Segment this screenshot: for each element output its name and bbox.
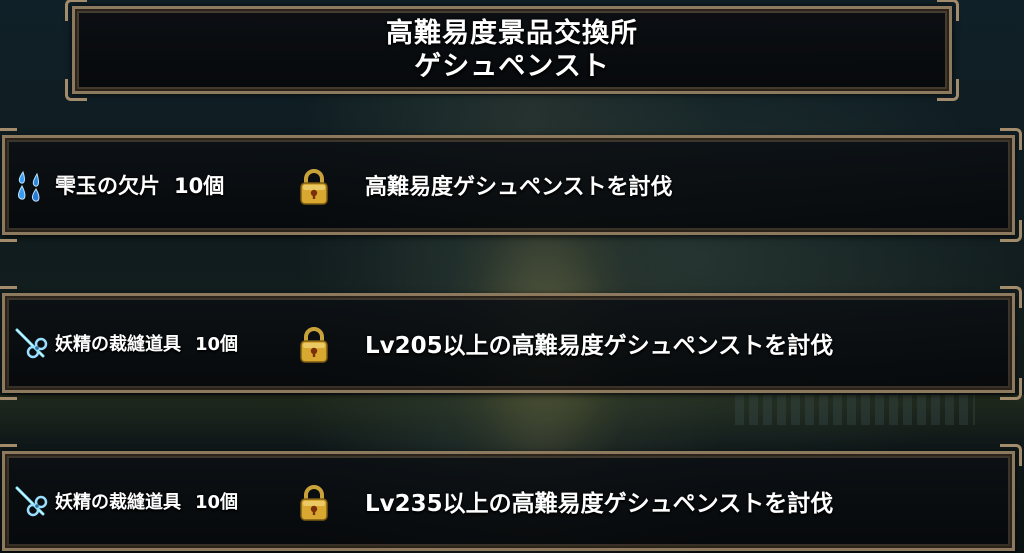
water-drops-icon <box>13 168 49 204</box>
reward-item: 妖精の裁縫道具 10個 <box>55 296 238 390</box>
reward-item: 雫玉の欠片 10個 <box>55 138 224 232</box>
lock-icon <box>298 484 330 522</box>
reward-row[interactable]: 妖精の裁縫道具 10個 Lv205以上の高難易度ゲシュペンストを討伐 <box>0 286 1022 400</box>
frame-corner <box>1000 444 1022 466</box>
shop-title: 高難易度景品交換所 <box>386 18 638 49</box>
frame-corner <box>1000 286 1022 308</box>
frame-corner <box>0 378 17 400</box>
frame-corner <box>937 0 959 21</box>
shop-subtitle: ゲシュペンスト <box>414 51 610 82</box>
background-glyphs <box>735 395 975 425</box>
frame-corner <box>65 0 87 21</box>
item-name: 雫玉の欠片 <box>55 174 160 198</box>
reward-row[interactable]: 妖精の裁縫道具 10個 Lv235以上の高難易度ゲシュペンストを討伐 <box>0 444 1022 551</box>
frame-corner <box>1000 128 1022 150</box>
frame-corner <box>1000 220 1022 242</box>
item-count: 10個 <box>195 334 239 355</box>
sewing-tools-icon <box>13 326 49 362</box>
item-count: 10個 <box>174 174 225 198</box>
frame-corner <box>0 128 17 150</box>
game-screen: 高難易度景品交換所 ゲシュペンスト 雫玉の欠片 10個 高難易度ゲシュペンストを… <box>0 0 1024 553</box>
sewing-tools-icon <box>13 484 49 520</box>
title-panel: 高難易度景品交換所 ゲシュペンスト <box>65 0 959 101</box>
frame-corner <box>65 79 87 101</box>
frame-corner <box>1000 378 1022 400</box>
lock-icon <box>298 326 330 364</box>
item-name: 妖精の裁縫道具 <box>55 492 181 513</box>
lock-icon <box>298 168 330 206</box>
unlock-condition: Lv205以上の高難易度ゲシュペンストを討伐 <box>365 333 834 359</box>
frame-corner <box>0 286 17 308</box>
frame-corner <box>0 220 17 242</box>
unlock-condition: 高難易度ゲシュペンストを討伐 <box>365 175 673 200</box>
reward-item: 妖精の裁縫道具 10個 <box>55 454 238 548</box>
frame-corner <box>0 444 17 466</box>
unlock-condition: Lv235以上の高難易度ゲシュペンストを討伐 <box>365 491 834 517</box>
frame-corner <box>937 79 959 101</box>
item-count: 10個 <box>195 492 239 513</box>
item-name: 妖精の裁縫道具 <box>55 334 181 355</box>
reward-row[interactable]: 雫玉の欠片 10個 高難易度ゲシュペンストを討伐 <box>0 128 1022 242</box>
